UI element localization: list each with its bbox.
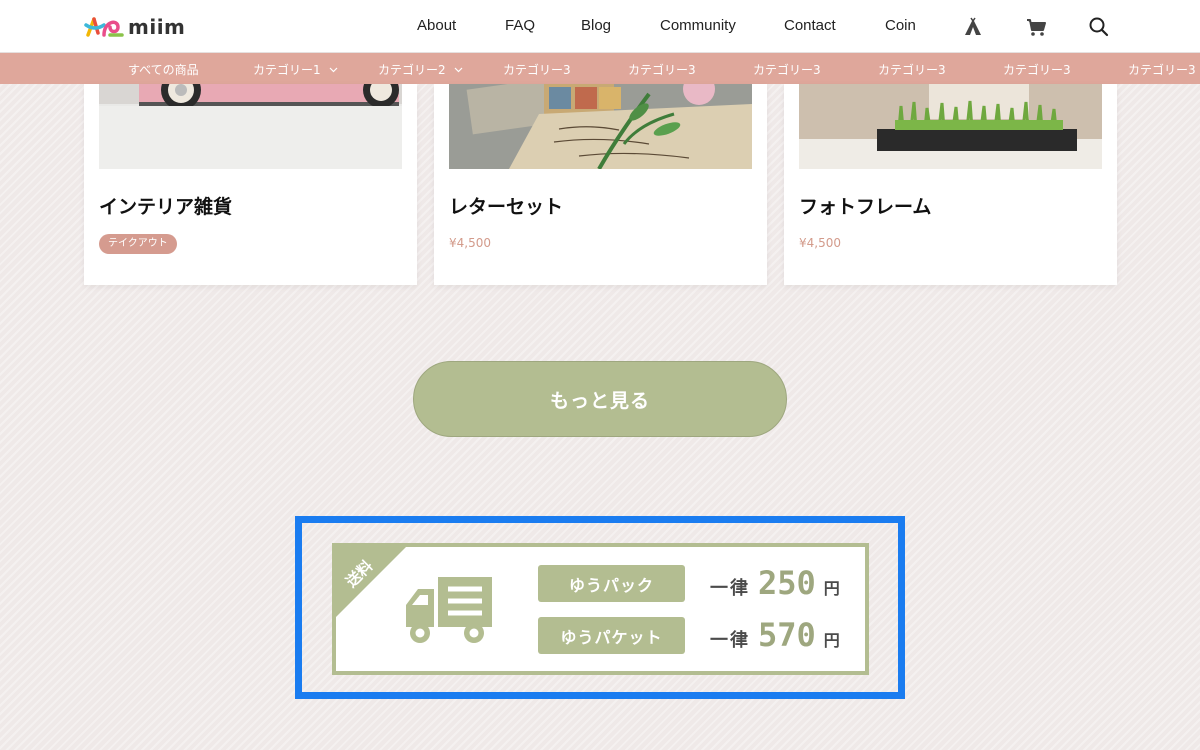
category-bar: すべての商品 カテゴリー1 カテゴリー2 カテゴリー3 カテゴリー3 カテゴリー…	[0, 53, 1200, 84]
category-3e[interactable]: カテゴリー3	[1003, 61, 1071, 78]
nav-contact[interactable]: Contact	[784, 17, 836, 34]
logo-mark-icon	[84, 17, 124, 37]
category-label: カテゴリー2	[378, 63, 446, 77]
category-label: カテゴリー3	[878, 63, 946, 77]
category-3c[interactable]: カテゴリー3	[753, 61, 821, 78]
category-label: すべての商品	[128, 63, 199, 77]
product-image[interactable]	[99, 84, 402, 169]
product-image[interactable]	[799, 84, 1102, 169]
product-title[interactable]: フォトフレーム	[799, 192, 931, 219]
nav-faq[interactable]: FAQ	[505, 17, 535, 34]
price-prefix: 一律	[710, 630, 750, 651]
nav-community[interactable]: Community	[660, 17, 736, 34]
category-2[interactable]: カテゴリー2	[378, 61, 463, 78]
nav-about[interactable]: About	[417, 17, 456, 34]
category-label: カテゴリー3	[1128, 63, 1196, 77]
product-image[interactable]	[449, 84, 752, 169]
category-label: カテゴリー3	[753, 63, 821, 77]
price-amount: 250	[758, 564, 816, 602]
category-all[interactable]: すべての商品	[128, 61, 199, 78]
nav-blog[interactable]: Blog	[581, 17, 611, 34]
category-1[interactable]: カテゴリー1	[253, 61, 338, 78]
price-unit: 円	[823, 631, 840, 650]
category-3d[interactable]: カテゴリー3	[878, 61, 946, 78]
yupacket-label: ゆうパケット	[538, 617, 685, 654]
chevron-down-icon	[454, 67, 463, 72]
product-title[interactable]: レターセット	[449, 192, 563, 219]
nav-coin[interactable]: Coin	[885, 17, 916, 34]
brand-name: miim	[128, 15, 186, 39]
yupacket-price: 一律 570 円	[710, 616, 840, 654]
tent-icon[interactable]	[962, 16, 984, 38]
product-card[interactable]: レターセット ¥4,500	[434, 84, 767, 285]
product-price: ¥4,500	[449, 236, 491, 250]
price-prefix: 一律	[710, 578, 750, 599]
chevron-down-icon	[329, 67, 338, 72]
category-3b[interactable]: カテゴリー3	[628, 61, 696, 78]
product-price: ¥4,500	[799, 236, 841, 250]
truck-icon	[406, 577, 492, 643]
cart-icon[interactable]	[1025, 16, 1047, 38]
site-header: miim About FAQ Blog Community Contact Co…	[0, 0, 1200, 53]
product-badge: テイクアウト	[99, 234, 177, 254]
search-icon[interactable]	[1088, 16, 1110, 38]
brand-logo[interactable]: miim	[84, 13, 185, 41]
price-amount: 570	[758, 616, 816, 654]
shipping-banner: 送料 ゆうパック 一律 250 円 ゆうパケット 一律 570 円	[332, 543, 869, 675]
more-button[interactable]: もっと見る	[413, 361, 787, 437]
product-title[interactable]: インテリア雑貨	[99, 192, 232, 219]
yupack-label: ゆうパック	[538, 565, 685, 602]
category-label: カテゴリー3	[503, 63, 571, 77]
product-card[interactable]: インテリア雑貨 テイクアウト	[84, 84, 417, 285]
price-unit: 円	[823, 579, 840, 598]
category-label: カテゴリー3	[1003, 63, 1071, 77]
product-card[interactable]: フォトフレーム ¥4,500	[784, 84, 1117, 285]
category-label: カテゴリー3	[628, 63, 696, 77]
category-label: カテゴリー1	[253, 63, 321, 77]
category-3a[interactable]: カテゴリー3	[503, 61, 571, 78]
ribbon	[336, 547, 410, 621]
yupack-price: 一律 250 円	[710, 564, 840, 602]
category-3f[interactable]: カテゴリー3	[1128, 61, 1196, 78]
